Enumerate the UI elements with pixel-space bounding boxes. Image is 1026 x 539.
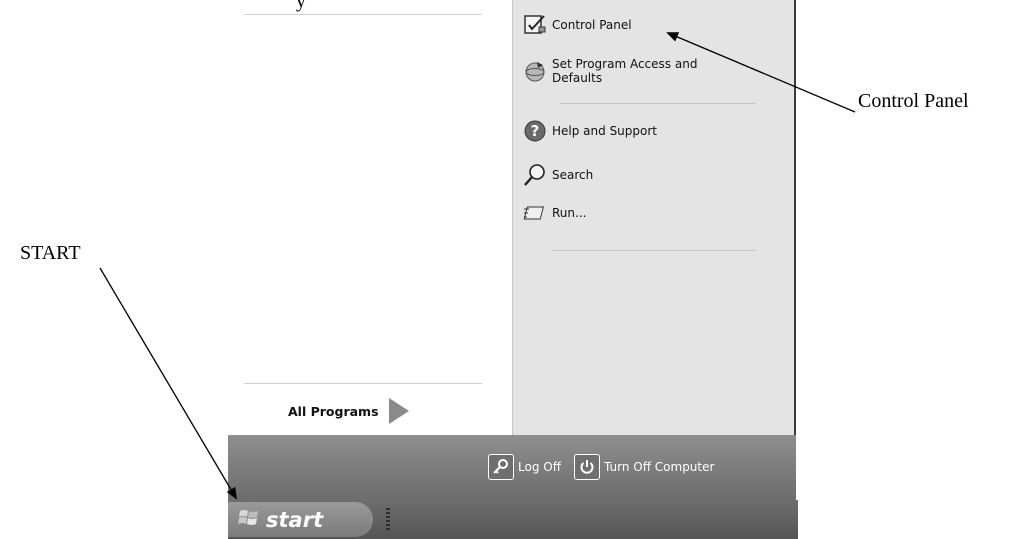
help-icon: ? [522,118,548,144]
log-off-label: Log Off [518,460,561,474]
menu-item-run[interactable]: Run... [522,200,586,226]
menu-item-control-panel[interactable]: Control Panel [522,12,632,38]
left-pane-top-separator [244,14,482,15]
control-panel-icon [522,12,548,38]
menu-item-label: Control Panel [552,18,632,32]
turn-off-computer-button[interactable]: Turn Off Computer [574,454,714,480]
search-icon [522,162,548,188]
menu-item-label: Run... [552,206,587,220]
menu-item-label-line1: Set Program Access and [552,57,698,71]
right-pane-separator [560,103,756,104]
start-menu-right-border [794,0,796,435]
annotation-top-fragment: y [296,0,306,12]
menu-item-help-and-support[interactable]: ? Help and Support [522,118,657,144]
windows-logo-icon [238,508,260,532]
annotation-start: START [20,242,81,264]
right-pane-separator [552,250,756,251]
start-button[interactable]: start [228,502,373,537]
arrow-to-start [99,267,238,500]
power-icon [574,454,600,480]
start-menu-left-pane [228,0,512,435]
menu-item-label: Set Program Access and Defaults [552,57,697,85]
log-off-button[interactable]: Log Off [488,454,561,480]
all-programs-button[interactable]: All Programs [288,398,409,424]
menu-item-label: Search [552,168,594,182]
taskbar-grip[interactable] [386,508,390,532]
svg-text:?: ? [531,122,540,140]
run-icon [522,200,548,226]
left-pane-separator [244,383,482,384]
menu-item-label-line2: Defaults [552,71,603,85]
annotation-control-panel: Control Panel [858,90,969,112]
turn-off-label: Turn Off Computer [604,460,715,474]
menu-item-set-program-access[interactable]: Set Program Access and Defaults [522,57,697,85]
all-programs-label: All Programs [288,403,379,419]
menu-item-label: Help and Support [552,124,657,138]
key-icon [488,454,514,480]
program-access-icon [522,58,548,84]
menu-item-search[interactable]: Search [522,162,593,188]
arrow-right-icon [388,398,409,424]
start-label: start [266,507,324,532]
